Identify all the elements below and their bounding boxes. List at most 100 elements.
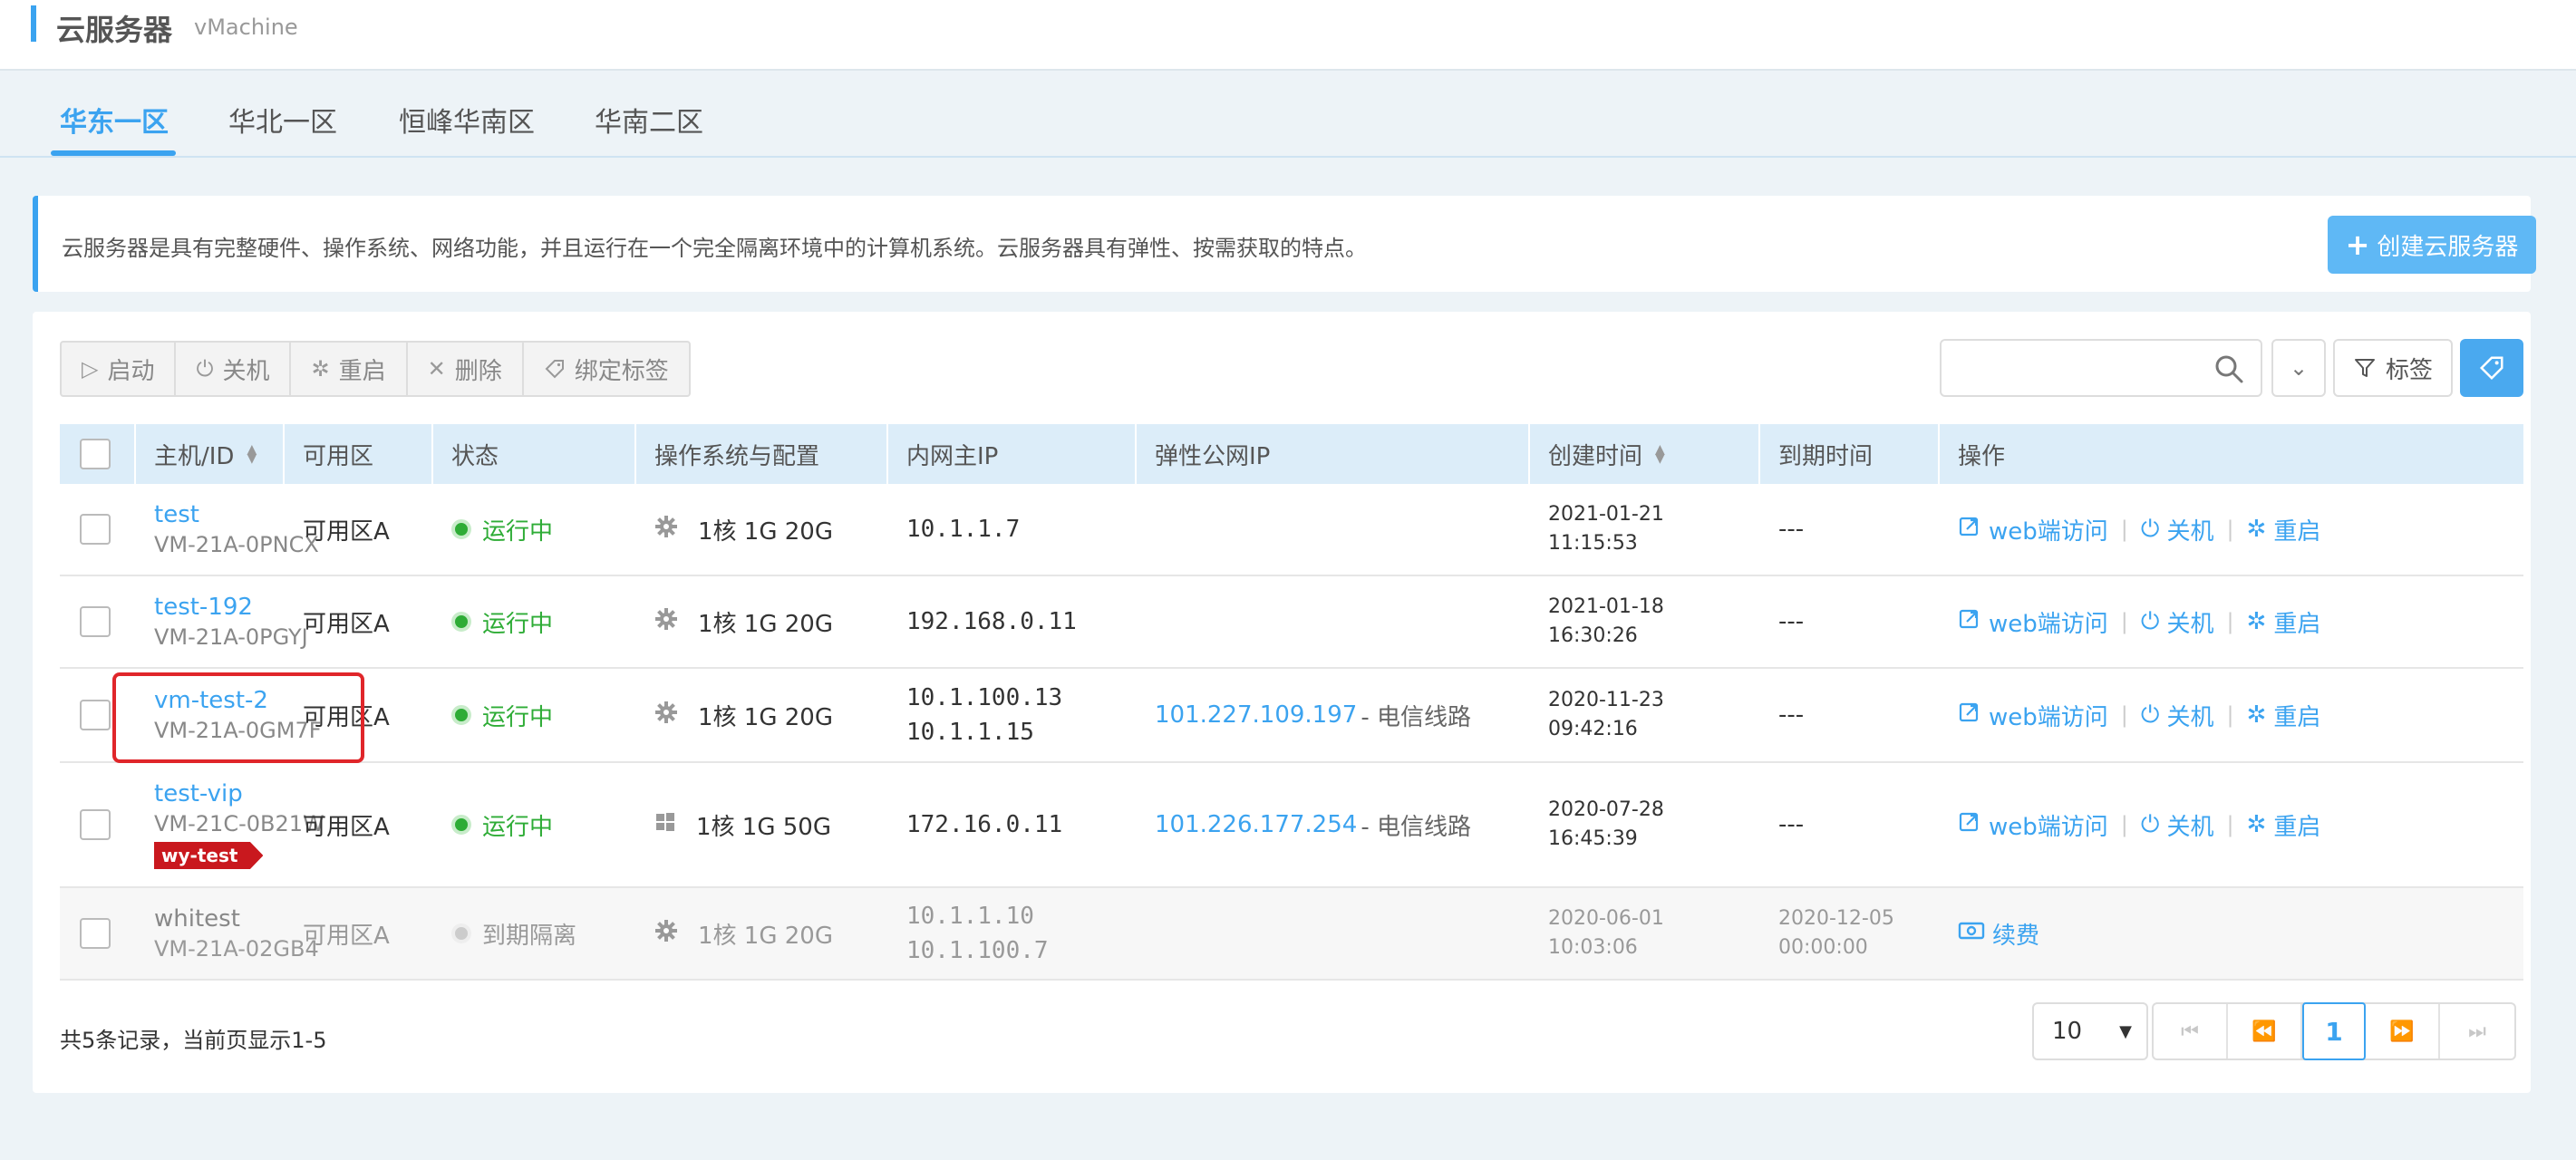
row-checkbox[interactable] xyxy=(80,606,111,637)
config-text: 1核 1G 20G xyxy=(698,610,833,638)
tab-hengfeng-huanan[interactable]: 恒峰华南区 xyxy=(399,100,535,140)
restart-icon: ✲ xyxy=(2246,608,2267,635)
expire-time: 00:00:00 xyxy=(1778,936,1868,959)
web-access-link[interactable]: web端访问 xyxy=(1958,605,2108,639)
active-tab-indicator xyxy=(51,150,176,156)
tag-filter-button[interactable]: 标签 xyxy=(2333,339,2453,397)
external-link-icon xyxy=(1958,515,1981,545)
bind-tag-button[interactable]: 绑定标签 xyxy=(524,343,689,395)
status-cell: 到期隔离 xyxy=(433,888,576,979)
row-checkbox[interactable] xyxy=(80,514,111,545)
batch-toolbar: ▷ 启动 ⏻ 关机 ✲ 重启 ✕ 删除 绑定标签 xyxy=(60,341,691,397)
col-created[interactable]: 创建时间 ▲ ▼ xyxy=(1530,424,1760,484)
delete-button[interactable]: ✕ 删除 xyxy=(408,343,524,395)
restart-icon: ✲ xyxy=(2246,516,2267,543)
start-label: 启动 xyxy=(107,357,155,385)
web-access-link[interactable]: web端访问 xyxy=(1958,808,2108,842)
row-select xyxy=(60,484,136,575)
col-zone: 可用区 xyxy=(285,424,433,484)
created-cell: 2020-07-28 16:45:39 xyxy=(1530,763,1664,886)
row-shutdown-link[interactable]: ⏻ 关机 xyxy=(2141,808,2214,842)
created-cell: 2020-11-23 09:42:16 xyxy=(1530,669,1664,761)
host-cell: test-192 VM-21A-0PGYJ xyxy=(136,576,308,667)
renew-label: 续费 xyxy=(1992,922,2040,950)
running-status-dot xyxy=(451,705,471,725)
col-os: 操作系统与配置 xyxy=(636,424,888,484)
money-icon xyxy=(1958,920,1985,948)
row-restart-link[interactable]: ✲ 重启 xyxy=(2247,699,2321,732)
row-shutdown-link[interactable]: ⏻ 关机 xyxy=(2141,605,2214,639)
row-restart-link[interactable]: ✲ 重启 xyxy=(2247,808,2321,842)
host-tag-badge[interactable]: wy-test xyxy=(154,842,264,869)
tab-huanan-2[interactable]: 华南二区 xyxy=(595,100,703,140)
isolated-status-dot xyxy=(451,923,471,943)
actions-cell: web端访问 | ⏻ 关机 | ✲ 重启 xyxy=(1940,763,2320,886)
first-page-icon: ⏮ xyxy=(2181,1020,2199,1043)
ip-cell: 192.168.0.11 xyxy=(888,576,1077,667)
private-ip: 10.1.100.13 xyxy=(906,684,1063,711)
tab-huadong-1[interactable]: 华东一区 xyxy=(60,100,169,140)
tag-filter-label: 标签 xyxy=(2385,356,2433,384)
row-restart-link[interactable]: ✲ 重启 xyxy=(2247,605,2321,639)
search-input[interactable] xyxy=(1952,350,2197,386)
renew-link[interactable]: 续费 xyxy=(1958,917,2039,951)
external-link-icon xyxy=(1958,701,1981,730)
eip-link[interactable]: 101.227.109.197 xyxy=(1155,701,1357,729)
row-select xyxy=(60,888,136,979)
row-checkbox[interactable] xyxy=(80,918,111,949)
row-checkbox[interactable] xyxy=(80,809,111,840)
col-host[interactable]: 主机/ID ▲ ▼ xyxy=(136,424,285,484)
eip-link[interactable]: 101.226.177.254 xyxy=(1155,811,1357,838)
select-all-checkbox[interactable] xyxy=(80,439,111,469)
row-restart-label: 重启 xyxy=(2273,703,2321,731)
row-shutdown-link[interactable]: ⏻ 关机 xyxy=(2141,699,2214,732)
eip-line-type: - 电信线路 xyxy=(1361,813,1471,841)
external-link-icon xyxy=(1958,607,1981,637)
header-accent-bar xyxy=(31,5,36,42)
row-restart-label: 重启 xyxy=(2273,517,2321,546)
restart-label: 重启 xyxy=(338,357,386,385)
first-page-button[interactable]: ⏮ xyxy=(2154,1004,2228,1058)
os-cell: 1核 1G 20G xyxy=(636,576,833,667)
region-tabs: 华东一区 华北一区 恒峰华南区 华南二区 xyxy=(0,72,2576,158)
table-row: test VM-21A-0PNCX 可用区A 运行中 1核 1G 20G 10.… xyxy=(60,484,2523,576)
restart-button[interactable]: ✲ 重启 xyxy=(291,343,408,395)
eip-cell: 101.227.109.197- 电信线路 xyxy=(1137,669,1471,761)
server-list-panel: ▷ 启动 ⏻ 关机 ✲ 重启 ✕ 删除 绑定标签 ⌄ 标签 主机/ID ▲ ▼ … xyxy=(33,312,2531,1093)
private-ip: 172.16.0.11 xyxy=(906,811,1063,838)
web-access-link[interactable]: web端访问 xyxy=(1958,513,2108,546)
row-select xyxy=(60,669,136,761)
col-created-label: 创建时间 xyxy=(1548,442,1643,470)
expire-text: --- xyxy=(1778,811,1805,838)
page-size-select[interactable]: 10 ▼ xyxy=(2032,1002,2148,1060)
os-cell: 1核 1G 20G xyxy=(636,888,833,979)
next-page-button[interactable]: ⏩ xyxy=(2366,1004,2440,1058)
os-cell: 1核 1G 20G xyxy=(636,669,833,761)
expire-date: 2020-12-05 xyxy=(1778,907,1894,930)
start-button[interactable]: ▷ 启动 xyxy=(62,343,177,395)
expand-filter-button[interactable]: ⌄ xyxy=(2271,339,2326,397)
row-shutdown-link[interactable]: ⏻ 关机 xyxy=(2141,513,2214,546)
created-date: 2020-11-23 xyxy=(1548,689,1664,711)
zone-cell: 可用区A xyxy=(303,813,390,841)
double-chevron-down-icon: ⌄ xyxy=(2289,355,2309,381)
prev-page-button[interactable]: ⏪ xyxy=(2228,1004,2302,1058)
table-row: whitest VM-21A-02GB4 可用区A 到期隔离 1核 1G 20G… xyxy=(60,888,2523,981)
created-date: 2021-01-21 xyxy=(1548,503,1664,526)
created-time: 16:30:26 xyxy=(1548,624,1638,647)
current-page-button[interactable]: 1 xyxy=(2302,1002,2366,1060)
created-time: 10:03:06 xyxy=(1548,936,1638,959)
filter-icon xyxy=(2354,359,2375,377)
tab-huabei-1[interactable]: 华北一区 xyxy=(228,100,337,140)
running-status-dot xyxy=(451,612,471,632)
tag-view-button[interactable] xyxy=(2460,339,2523,397)
created-date: 2021-01-18 xyxy=(1548,595,1664,618)
shutdown-button[interactable]: ⏻ 关机 xyxy=(176,343,292,395)
eip-cell: 101.226.177.254- 电信线路 xyxy=(1137,763,1471,886)
row-restart-link[interactable]: ✲ 重启 xyxy=(2247,513,2321,546)
create-server-button[interactable]: + 创建云服务器 xyxy=(2328,216,2536,274)
row-checkbox[interactable] xyxy=(80,700,111,730)
last-page-button[interactable]: ⏭ xyxy=(2440,1004,2514,1058)
search-icon[interactable] xyxy=(2213,353,2244,384)
web-access-link[interactable]: web端访问 xyxy=(1958,699,2108,732)
